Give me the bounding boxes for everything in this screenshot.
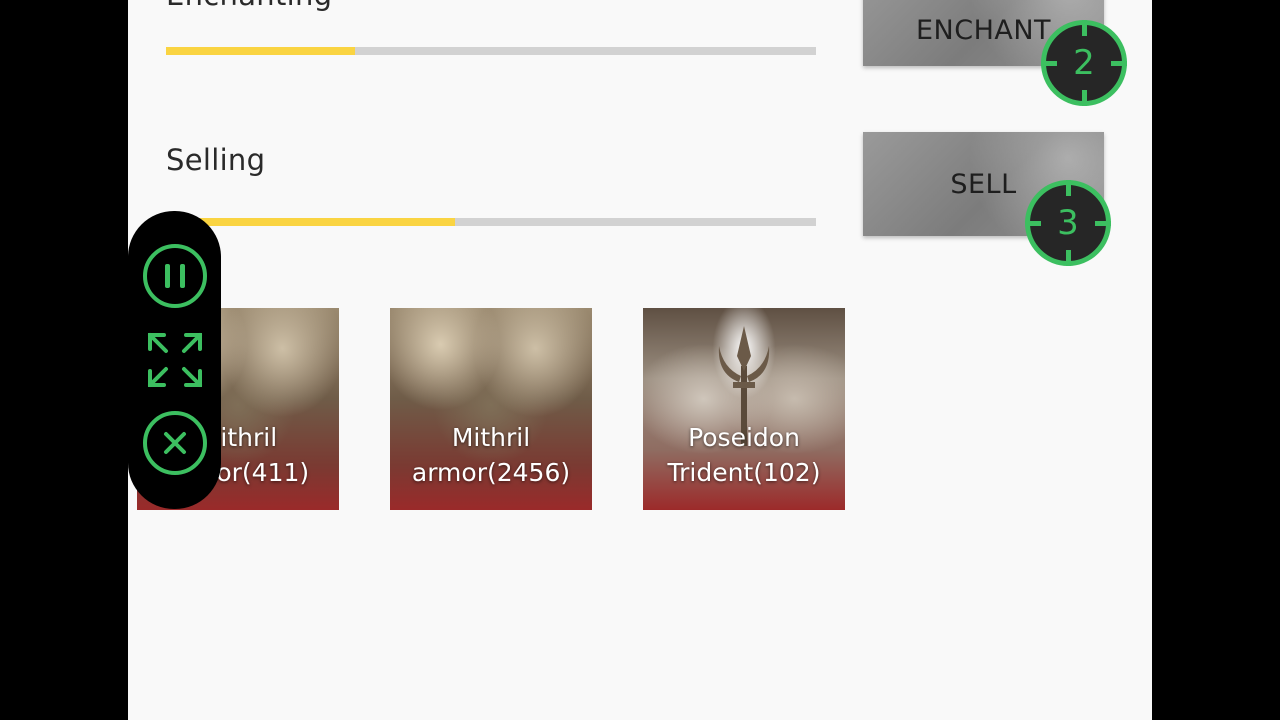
item-label: Mithril armor(2456)	[411, 423, 571, 487]
enchanting-label: Enchanting	[166, 0, 332, 12]
pause-button[interactable]	[142, 243, 208, 309]
app-screen: Enchanting ENCHANT Selling SELL Mithril …	[128, 0, 1152, 720]
selling-progress-bar	[166, 218, 816, 226]
enchanting-progress-fill	[166, 47, 355, 55]
item-card-mithril-armor-2456[interactable]: Mithril armor(2456)	[390, 308, 592, 510]
selling-progress-fill	[166, 218, 456, 226]
selling-label: Selling	[166, 143, 266, 177]
sell-target-marker[interactable]: 3	[1025, 180, 1111, 266]
item-label: Poseidon Trident(102)	[667, 423, 821, 487]
marker-number: 3	[1057, 203, 1079, 243]
expand-icon	[148, 333, 202, 387]
enchant-target-marker[interactable]: 2	[1041, 20, 1127, 106]
floating-control-panel	[128, 211, 221, 509]
sell-button-label: SELL	[950, 168, 1017, 200]
pause-icon	[143, 244, 207, 308]
expand-button[interactable]	[142, 327, 208, 393]
enchanting-progress-bar	[166, 47, 816, 55]
item-card-poseidon-trident[interactable]: Poseidon Trident(102)	[643, 308, 845, 510]
close-button[interactable]	[142, 410, 208, 476]
marker-number: 2	[1073, 43, 1095, 83]
close-icon	[143, 411, 207, 475]
enchant-button-label: ENCHANT	[915, 14, 1052, 46]
